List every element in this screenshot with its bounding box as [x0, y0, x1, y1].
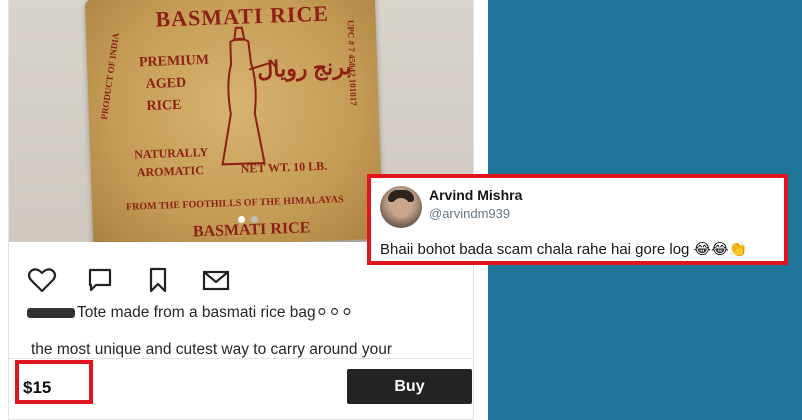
carousel-dots [238, 216, 258, 223]
buy-button[interactable]: Buy [347, 369, 472, 404]
tweet-text: Bhaii bohot bada scam chala rahe hai gor… [380, 240, 747, 258]
bag-text-product-of: PRODUCT OF INDIA [98, 32, 121, 121]
tweet-body: Bhaii bohot bada scam chala rahe hai gor… [380, 241, 690, 258]
musician-figure-icon [221, 26, 277, 166]
tweet-emojis: 😂😂👏 [693, 241, 748, 258]
bookmark-icon[interactable] [143, 266, 173, 294]
post-caption-continued: the most unique and cutest way to carry … [31, 341, 393, 358]
envelope-icon[interactable] [201, 266, 231, 294]
redacted-username [27, 307, 75, 318]
bag-text-naturally: NATURALLY [133, 144, 209, 162]
comment-icon[interactable] [85, 266, 115, 294]
post-caption: Tote made from a basmati rice bag⚪⚪⚪ [27, 303, 353, 322]
rice-bag-image: BASMATI RICE PREMIUM AGED RICE NATURALLY… [84, 0, 384, 242]
bag-text-premium: PREMIUM [138, 52, 210, 71]
bag-text-rice: RICE [146, 97, 182, 115]
bag-text-aromatic: AROMATIC [136, 163, 205, 180]
caption-emojis: ⚪⚪⚪ [315, 304, 354, 321]
heart-icon[interactable] [27, 266, 57, 294]
avatar-face [392, 198, 410, 218]
divider [9, 358, 473, 359]
avatar[interactable] [380, 186, 422, 228]
carousel-dot[interactable] [251, 216, 258, 223]
post-actions [27, 266, 231, 294]
price-label: $15 [23, 378, 52, 397]
carousel-dot-active[interactable] [238, 216, 245, 223]
bag-text-foothills: FROM THE FOOTHILLS OF THE HIMALAYAS [125, 194, 344, 213]
tweet-card: Arvind Mishra @arvindm939 Bhaii bohot ba… [367, 174, 788, 265]
bag-text-aged: AGED [145, 75, 187, 93]
tweet-author-handle[interactable]: @arvindm939 [429, 206, 510, 221]
caption-text: Tote made from a basmati rice bag [77, 304, 316, 321]
bag-text-upc: UPC # 7 45042 101017 [345, 19, 359, 106]
tweet-author-name[interactable]: Arvind Mishra [429, 187, 522, 203]
